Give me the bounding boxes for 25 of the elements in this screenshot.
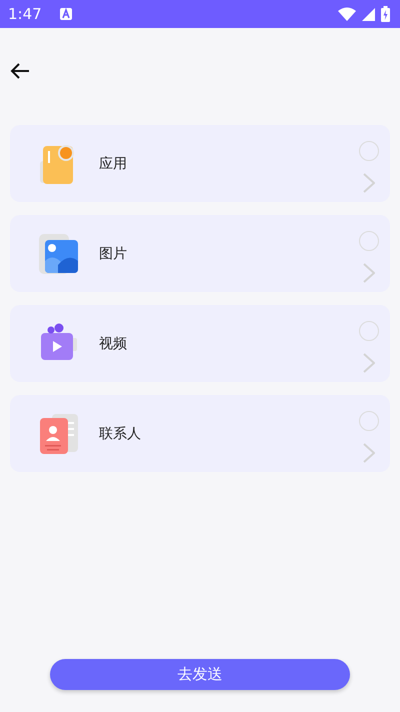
category-label: 应用 (99, 154, 127, 172)
chevron-right-icon (363, 172, 375, 192)
notification-icon (60, 8, 72, 20)
wifi-icon (338, 7, 356, 21)
battery-icon (381, 6, 390, 22)
contact-card-icon (38, 412, 80, 454)
chevron-right-icon (363, 262, 375, 282)
category-label: 联系人 (99, 424, 141, 442)
signal-icon (362, 8, 375, 20)
category-card[interactable]: 联系人 (10, 395, 390, 472)
category-card[interactable]: 应用 (10, 125, 390, 202)
radio-button[interactable] (359, 320, 379, 340)
back-arrow-icon[interactable] (10, 62, 30, 78)
radio-button[interactable] (359, 410, 379, 430)
radio-button[interactable] (359, 140, 379, 160)
category-label: 图片 (99, 244, 127, 262)
category-label: 视频 (99, 334, 127, 352)
image-icon (38, 232, 80, 274)
category-card[interactable]: 图片 (10, 215, 390, 292)
chevron-right-icon (363, 442, 375, 462)
radio-button[interactable] (359, 230, 379, 250)
status-time: 1:47 (8, 5, 42, 23)
chevron-right-icon (363, 352, 375, 372)
send-button[interactable]: 去发送 (50, 659, 350, 690)
category-card[interactable]: 视频 (10, 305, 390, 382)
